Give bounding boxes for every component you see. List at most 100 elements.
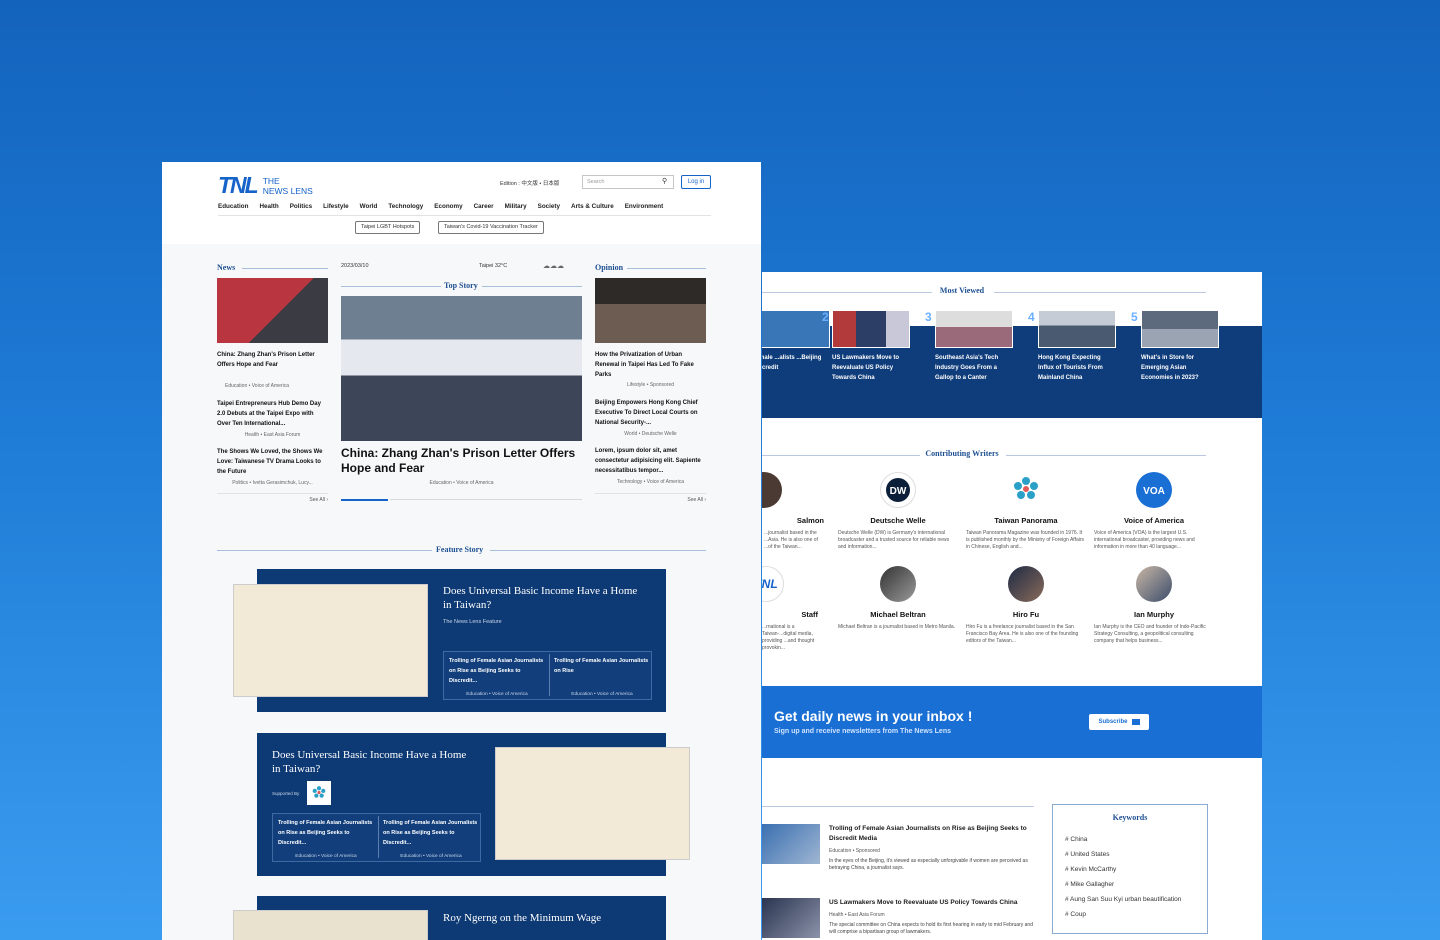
writer-card[interactable]: DW Deutsche Welle Deutsche Welle (DW) is… [838, 472, 958, 551]
most-viewed-thumb [1038, 310, 1116, 348]
carousel-indicator-active[interactable] [341, 499, 388, 501]
most-viewed-headline: What's in Store for Emerging Asian Econo… [1141, 355, 1199, 381]
feature-card[interactable]: Roy Ngerng on the Minimum Wage [233, 896, 666, 940]
logo-line1: THE [262, 175, 280, 186]
writer-card[interactable]: Ian Murphy Ian Murphy is the CEO and fou… [1094, 566, 1214, 645]
topic-tag[interactable]: Taipei LGBT Hotspots [355, 221, 421, 234]
opinion-headline[interactable]: How the Privatization of Urban Renewal i… [595, 350, 706, 380]
nav-item[interactable]: Education [218, 203, 248, 210]
divider [994, 292, 1206, 293]
voa-logo-icon: VOA [1136, 472, 1172, 508]
divider [627, 268, 706, 269]
most-viewed-thumb [832, 310, 910, 348]
writer-card[interactable]: Salmon ...journalist based in the ...Asi… [762, 472, 824, 551]
news-see-all-link[interactable]: See All › [217, 493, 328, 503]
sub-meta: Education • Voice of America [400, 854, 462, 859]
subscribe-button[interactable]: Subscribe [1089, 714, 1149, 730]
divider [762, 292, 932, 293]
top-story-headline[interactable]: China: Zhang Zhan's Prison Letter Offers… [341, 446, 582, 476]
nav-item[interactable]: Technology [388, 203, 423, 210]
nav-item[interactable]: Arts & Culture [571, 203, 614, 210]
most-viewed-item[interactable]: 5 What's in Store for Emerging Asian Eco… [1131, 310, 1219, 383]
writer-card[interactable]: TNL Staff ...rnational is a Taiwan-...di… [762, 566, 822, 652]
keyword-link[interactable]: # Mike Gallagher [1065, 877, 1195, 892]
nav-item[interactable]: Career [474, 203, 494, 210]
nav-item[interactable]: World [360, 203, 378, 210]
news-headline[interactable]: The Shows We Loved, the Shows We Love: T… [217, 447, 328, 477]
edition-switch[interactable]: Edition : 中文版 • 日本版 [500, 179, 559, 187]
news-meta: Health • East Asia Forum [244, 432, 301, 438]
sub-article[interactable]: Trolling of Female Asian Journalists on … [383, 818, 479, 859]
top-story-image[interactable] [341, 296, 582, 441]
news-column-title: News [217, 263, 236, 272]
opinion-headline[interactable]: Lorem, ipsum dolor sit, amet consectetur… [595, 446, 706, 476]
opinion-thumb[interactable] [595, 278, 706, 343]
site-logo[interactable]: TNL THE NEWS LENS [218, 172, 313, 199]
feature-illustration [495, 747, 690, 860]
sub-article[interactable]: Trolling of Female Asian Journalists on … [554, 656, 650, 697]
writer-name: Staff [801, 610, 818, 619]
newsletter-heading: Get daily news in your inbox ! [774, 708, 973, 724]
feature-headline: Does Universal Basic Income Have a Home … [443, 585, 638, 611]
writer-card[interactable]: Taiwan Panorama Taiwan Panorama Magazine… [966, 472, 1086, 551]
sub-article[interactable]: Trolling of Female Asian Journalists on … [449, 656, 545, 697]
most-viewed-item[interactable]: 3 Southeast Asia's Tech Industry Goes Fr… [925, 310, 1013, 383]
news-headline[interactable]: Taipei Entrepreneurs Hub Demo Day 2.0 De… [217, 399, 328, 429]
rank-number: 3 [925, 310, 932, 324]
writer-card[interactable]: Hiro Fu Hiro Fu is a freelance journalis… [966, 566, 1086, 645]
opinion-headline[interactable]: Beijing Empowers Hong Kong Chief Executi… [595, 398, 706, 428]
article-thumb [762, 824, 820, 864]
writer-card[interactable]: Michael Beltran Michael Beltran is a jou… [838, 566, 958, 631]
nav-item[interactable]: Lifestyle [323, 203, 349, 210]
search-icon[interactable]: ⚲ [662, 177, 667, 185]
login-button[interactable]: Log in [681, 175, 711, 189]
nav-item[interactable]: Environment [625, 203, 664, 210]
news-headline[interactable]: China: Zhang Zhan's Prison Letter Offers… [217, 350, 328, 370]
nav-item[interactable]: Society [538, 203, 560, 210]
writer-name: Deutsche Welle [870, 516, 926, 525]
feature-card[interactable]: Does Universal Basic Income Have a Home … [233, 569, 666, 712]
opinion-meta: Lifestyle • Sponsored [626, 382, 675, 388]
most-viewed-item[interactable]: 2 US Lawmakers Move to Reevaluate US Pol… [822, 310, 910, 383]
topic-tag[interactable]: Taiwan's Covid-19 Vaccination Tracker [438, 221, 544, 234]
rank-number: 2 [822, 310, 829, 324]
sub-headline: Trolling of Female Asian Journalists on … [554, 658, 649, 674]
sub-article[interactable]: Trolling of Female Asian Journalists on … [278, 818, 374, 859]
carousel-indicator-track[interactable] [390, 499, 582, 500]
keyword-link[interactable]: # Aung San Suu Kyi urban beautification [1065, 895, 1195, 904]
sub-meta: Education • Voice of America [571, 692, 633, 697]
news-thumb[interactable] [217, 278, 328, 343]
sub-headline: Trolling of Female Asian Journalists on … [449, 658, 544, 684]
most-viewed-item[interactable]: 4 Hong Kong Expecting Influx of Tourists… [1028, 310, 1116, 383]
panorama-logo-icon [1008, 472, 1044, 508]
feature-card[interactable]: Does Universal Basic Income Have a Home … [257, 733, 690, 876]
divider [482, 286, 582, 287]
writer-desc: Voice of America (VOA) is the largest U.… [1094, 530, 1195, 550]
writer-desc: Deutsche Welle (DW) is Germany's interna… [838, 530, 950, 550]
writers-title: Contributing Writers [925, 449, 999, 458]
opinion-see-all-link[interactable]: See All › [595, 493, 706, 503]
keyword-link[interactable]: # Kevin McCarthy [1065, 862, 1195, 877]
divider [217, 550, 432, 551]
back-page-preview: Most Viewed Female ...alists ...Beijing … [762, 272, 1262, 940]
keyword-link[interactable]: # United States [1065, 847, 1195, 862]
search-input[interactable]: Search [582, 175, 674, 189]
article-desc: The special committee on China expects t… [829, 922, 1033, 935]
nav-item[interactable]: Economy [434, 203, 462, 210]
avatar [880, 566, 916, 602]
nav-item[interactable]: Politics [290, 203, 312, 210]
divider [549, 654, 550, 696]
site-header: TNL THE NEWS LENS Edition : 中文版 • 日本版 Sea… [162, 162, 761, 244]
avatar [762, 472, 782, 508]
keyword-link[interactable]: # Coup [1065, 907, 1195, 922]
writer-name: Michael Beltran [870, 610, 926, 619]
nav-item[interactable]: Health [259, 203, 278, 210]
feature-headline: Roy Ngerng on the Minimum Wage [443, 912, 602, 924]
writer-card[interactable]: VOA Voice of America Voice of America (V… [1094, 472, 1214, 551]
keyword-link[interactable]: # China [1065, 832, 1195, 847]
nav-item[interactable]: Military [505, 203, 527, 210]
most-viewed-item[interactable]: Female ...alists ...Beijing ...iscredit [762, 310, 830, 373]
news-meta: Politics • Ivetta Gerasimchuk, Lucy... [232, 480, 313, 486]
newsletter-subtext: Sign up and receive newsletters from The… [774, 728, 951, 735]
sub-meta: Education • Voice of America [466, 692, 528, 697]
